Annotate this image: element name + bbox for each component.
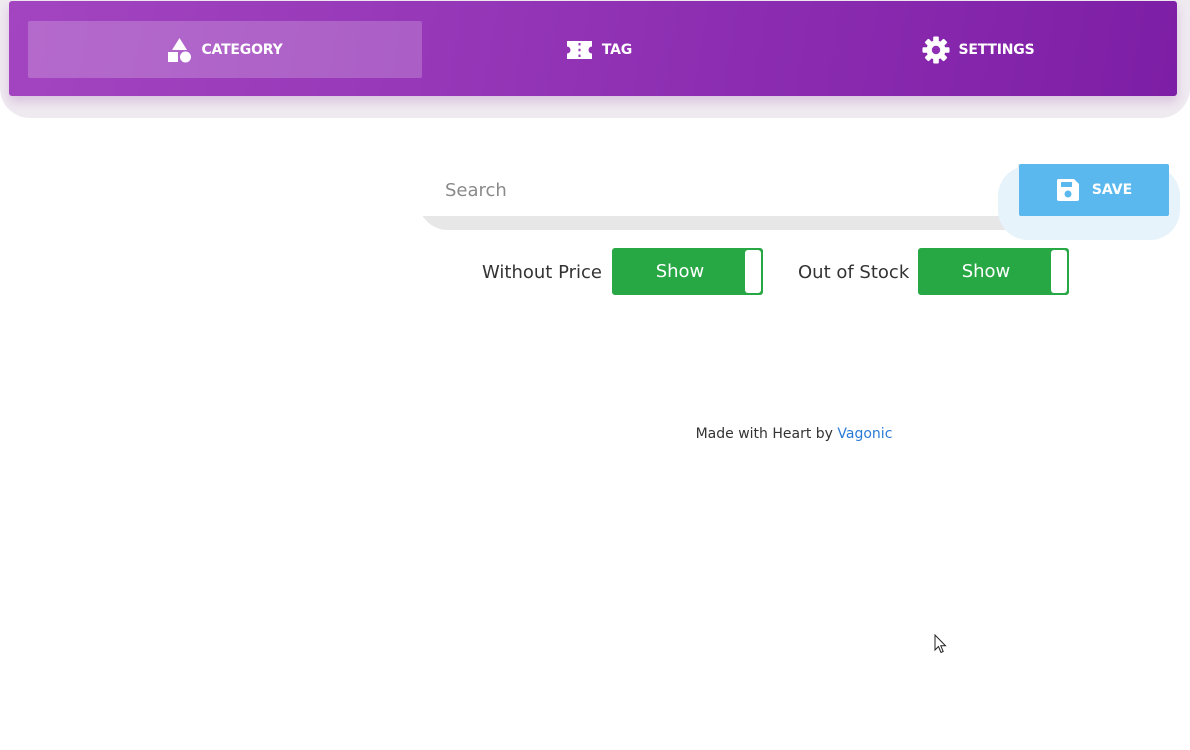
out-of-stock-toggle-label: Show	[961, 261, 1011, 282]
footer: Made with Heart by Vagonic	[0, 426, 1190, 442]
tab-tag-label: TAG	[601, 41, 633, 58]
tab-settings[interactable]: SETTINGS	[781, 21, 1175, 78]
search-input[interactable]	[418, 164, 1018, 216]
without-price-toggle[interactable]: Show	[612, 248, 763, 295]
out-of-stock-toggle-knob	[1051, 250, 1067, 293]
without-price-toggle-knob	[745, 250, 761, 293]
without-price-toggle-label: Show	[655, 261, 705, 282]
out-of-stock-toggle[interactable]: Show	[918, 248, 1069, 295]
top-navbar: CATEGORY TAG SETTINGS	[9, 1, 1177, 96]
tab-category[interactable]: CATEGORY	[28, 21, 422, 78]
footer-text: Made with Heart by	[695, 426, 838, 442]
gear-icon	[922, 36, 950, 64]
out-of-stock-label: Out of Stock	[798, 262, 910, 283]
tab-settings-label: SETTINGS	[958, 41, 1035, 58]
mouse-pointer-icon	[934, 634, 947, 654]
floppy-disk-icon	[1056, 178, 1080, 202]
save-button[interactable]: SAVE	[1019, 164, 1169, 216]
ticket-icon	[566, 40, 593, 60]
tab-category-label: CATEGORY	[201, 41, 283, 58]
save-button-label: SAVE	[1091, 182, 1133, 198]
without-price-label: Without Price	[482, 262, 602, 283]
shapes-icon	[167, 37, 192, 63]
footer-link-vagonic[interactable]: Vagonic	[837, 426, 892, 442]
tab-tag[interactable]: TAG	[402, 21, 796, 78]
